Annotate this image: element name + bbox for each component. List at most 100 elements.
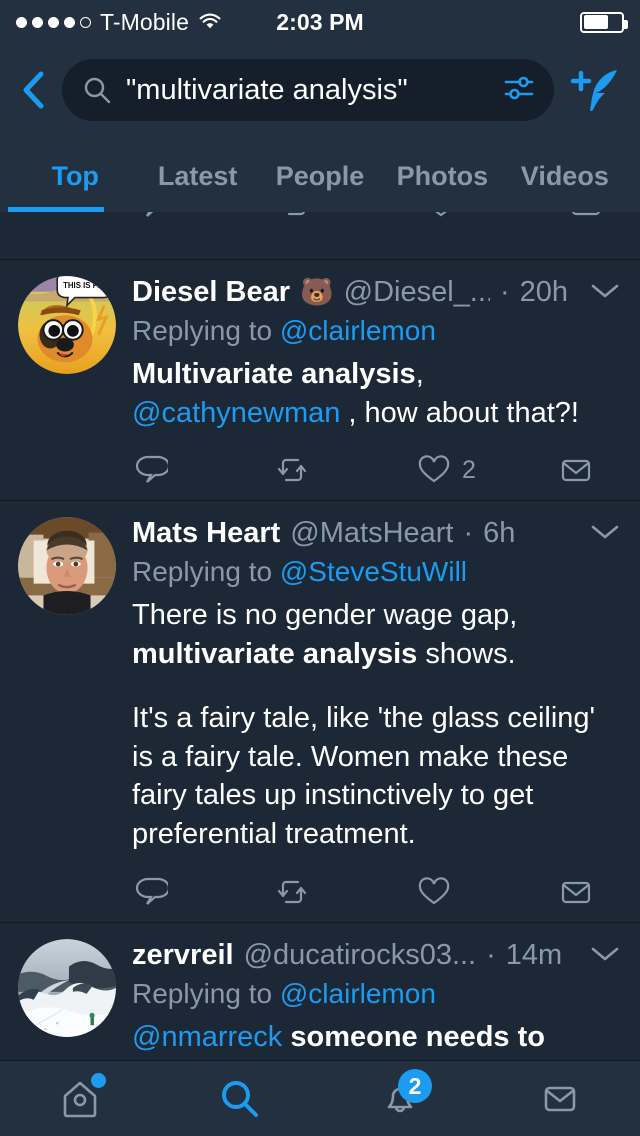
chevron-down-icon [591,525,619,539]
search-filter-button[interactable] [502,71,536,110]
tab-top[interactable]: Top [14,161,136,212]
partial-tweet-above[interactable] [0,212,640,260]
nav-notifications[interactable]: 2 [320,1061,480,1136]
retweet-icon [288,212,306,216]
tweet-text-tail: , how about that?! [340,396,579,429]
tweet-body: Mats Heart @MatsHeart · 6h Replying to @… [132,517,622,909]
compose-feather-icon [570,70,617,111]
share-button[interactable] [568,212,604,222]
tweet-body: zervreil @ducatirocks03... · 14m Replyin… [132,939,622,1057]
author-handle[interactable]: @MatsHeart [290,517,453,550]
share-button[interactable] [558,874,604,910]
avatar[interactable] [18,938,116,1037]
replying-to-handle[interactable]: @clairlemon [280,315,436,346]
tweet-text: @nmarreck someone needs to [132,1018,622,1057]
compose-tweet-button[interactable] [566,64,624,116]
author-name-emoji: 🐻 [300,277,334,307]
tweet-actions [132,874,622,910]
tweet-text-mention[interactable]: @nmarreck [132,1021,282,1053]
tweet-author-row: Diesel Bear 🐻 @Diesel_... · 20h [132,276,622,309]
like-button[interactable]: 2 [416,452,558,488]
chevron-left-icon [23,71,44,109]
chevron-down-icon [591,284,619,298]
tab-people[interactable]: People [259,161,381,212]
tweet-text-mention[interactable]: @cathynewman [132,397,340,429]
tweet-body [132,212,622,247]
tweet-overflow-button[interactable] [578,517,622,550]
tab-latest[interactable]: Latest [136,161,258,212]
nav-home[interactable] [0,1061,160,1136]
nav-messages[interactable] [480,1061,640,1136]
status-bar: T-Mobile 2:03 PM [0,0,640,44]
wifi-icon [198,13,222,31]
tweet-item[interactable]: Mats Heart @MatsHeart · 6h Replying to @… [0,501,640,923]
tweet-actions [132,212,622,222]
like-icon [418,876,450,904]
separator-dot: · [499,276,510,308]
search-input[interactable]: "multivariate analysis" [62,59,554,121]
tab-videos[interactable]: Videos [504,161,626,212]
home-unread-dot-badge [90,1073,106,1088]
reply-button[interactable] [132,874,274,910]
avatar[interactable]: THIS IS FI [18,276,116,374]
replying-to-label: Replying to [132,315,273,346]
author-handle[interactable]: @ducatirocks03... [244,939,477,972]
tweet-author-row: Mats Heart @MatsHeart · 6h [132,517,622,550]
tweet-text-tail: someone needs to [282,1020,545,1053]
tweet-text: There is no gender wage gap, multivariat… [132,596,622,853]
envelope-icon [544,1086,576,1111]
retweet-button[interactable] [274,452,416,488]
avatar[interactable] [18,517,116,616]
tweet-timestamp: 6h [483,517,516,550]
sliders-icon [504,76,534,99]
replying-to-label: Replying to [132,556,273,588]
tweet-text: Multivariate analysis, @cathynewman , ho… [132,355,622,432]
retweet-button[interactable] [277,212,422,222]
status-bar-right [580,11,628,33]
replying-to-label: Replying to [132,977,273,1009]
carrier-label: T-Mobile [100,8,189,35]
author-handle[interactable]: @Diesel_... [344,276,490,309]
back-button[interactable] [16,68,50,112]
reply-button[interactable] [132,452,274,488]
like-icon [418,455,450,483]
tweet-overflow-button[interactable] [578,276,622,309]
snowy-mountain-avatar [18,938,116,1037]
share-button[interactable] [558,452,604,488]
like-button[interactable] [416,874,558,910]
retweet-icon [277,459,307,482]
retweet-button[interactable] [274,874,416,910]
like-icon [434,212,447,217]
tweet-item[interactable]: THIS IS FI Diesel Bear 🐻 @Diesel_... · 2… [0,260,640,502]
replying-to-handle[interactable]: @SteveStuWill [280,556,467,587]
separator-dot: · [486,938,496,971]
notifications-badge: 2 [398,1069,432,1103]
share-icon [572,212,600,216]
search-header: "multivariate analysis" [0,44,640,136]
author-display-name[interactable]: Mats Heart [132,517,280,550]
tweet-item[interactable]: zervreil @ducatirocks03... · 14m Replyin… [0,923,640,1061]
search-query-text: "multivariate analysis" [126,73,408,106]
tweet-overflow-button[interactable] [578,939,622,972]
author-display-name[interactable]: zervreil [132,939,234,972]
this-is-fine-dog-avatar: THIS IS FI [18,276,116,374]
tweet-text-tail: shows. [417,637,516,670]
replying-to-line: Replying to @clairlemon [132,978,622,1010]
author-display-name[interactable]: Diesel Bear [132,276,290,309]
man-portrait-avatar [18,517,116,616]
signal-strength-icon [16,16,91,28]
search-results-feed[interactable]: THIS IS FI Diesel Bear 🐻 @Diesel_... · 2… [0,212,640,1060]
tab-photos[interactable]: Photos [381,161,503,212]
tweet-text-bold: Multivariate analysis [132,358,416,390]
replying-to-line: Replying to @clairlemon [132,315,622,347]
nav-search[interactable] [160,1061,320,1136]
share-icon [561,460,591,482]
tweet-paragraph-1: There is no gender wage gap, multivariat… [132,596,622,673]
tweet-actions: 2 [132,452,622,488]
replying-to-handle[interactable]: @clairlemon [280,978,436,1009]
like-button[interactable] [423,212,568,222]
tweet-text-plain: , [415,358,424,390]
tweet-text-bold: multivariate analysis [132,637,418,670]
reply-button[interactable] [132,212,277,222]
bottom-navigation-bar: 2 [0,1060,640,1136]
